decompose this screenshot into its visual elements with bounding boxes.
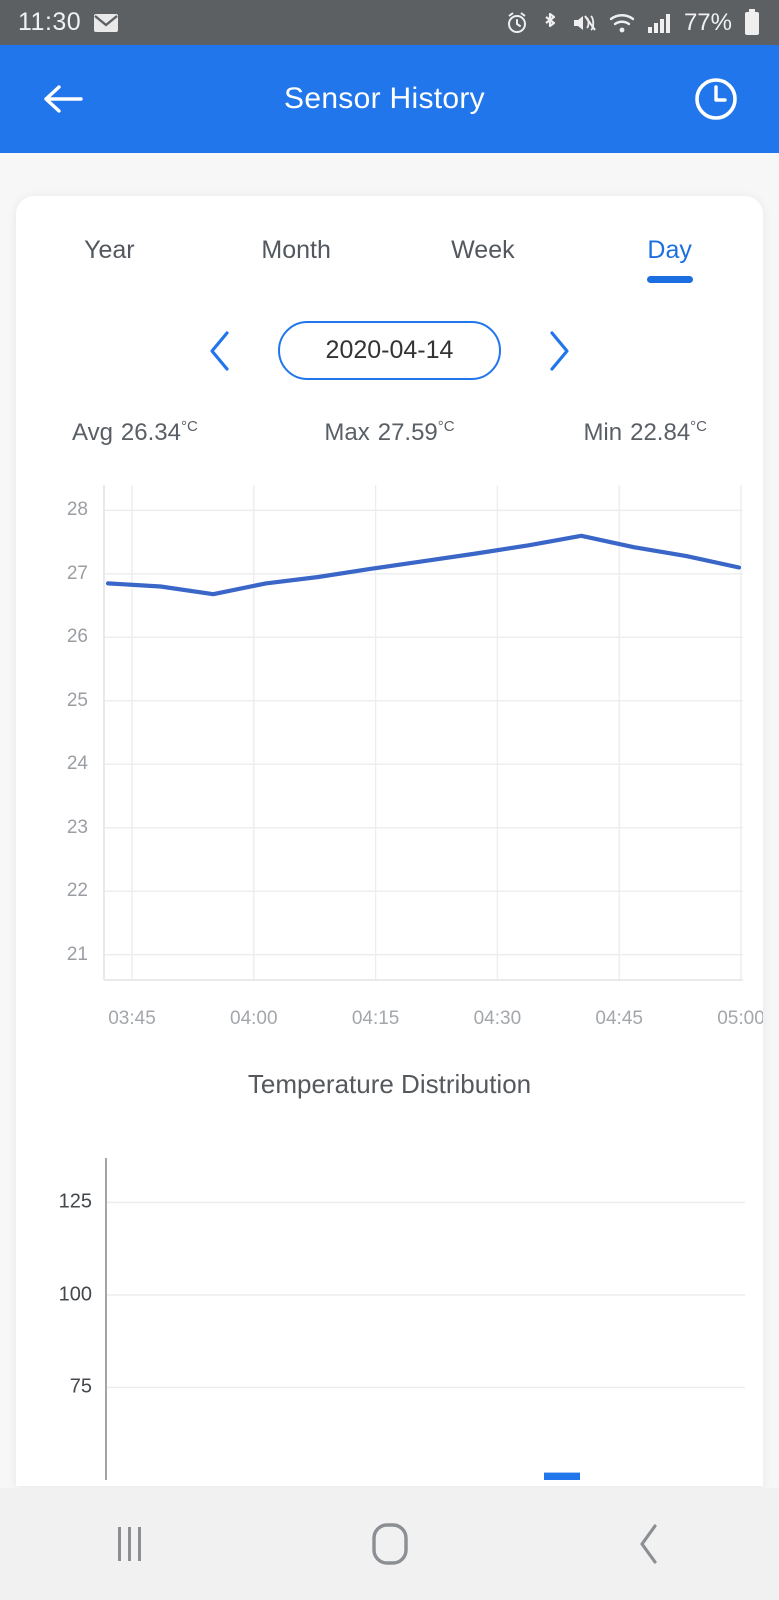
period-tabs: Year Month Week Day bbox=[16, 236, 763, 287]
line-x-tick-4: 04:45 bbox=[595, 1008, 643, 1029]
temperature-line-chart[interactable]: 28 27 26 25 24 23 22 21 03:45 04:00 04:15 04:30 04:… bbox=[16, 465, 763, 1055]
stat-avg-value: 26.34 bbox=[120, 419, 181, 446]
line-x-tick-3: 04:30 bbox=[473, 1008, 522, 1029]
tab-day-label: Day bbox=[647, 236, 692, 264]
arrow-left-icon bbox=[41, 81, 85, 117]
line-x-tick-1: 04:00 bbox=[230, 1008, 278, 1029]
bluetooth-icon bbox=[540, 10, 560, 36]
alarm-icon bbox=[505, 11, 529, 35]
tab-day[interactable]: Day bbox=[576, 236, 763, 287]
tab-week[interactable]: Week bbox=[390, 236, 577, 287]
line-y-tick-3: 25 bbox=[66, 689, 88, 711]
nav-back-button[interactable] bbox=[519, 1522, 779, 1566]
line-y-tick-1: 27 bbox=[66, 562, 88, 584]
app-bar: Sensor History bbox=[0, 45, 779, 153]
status-bar-system-icons: 77% bbox=[505, 9, 761, 37]
stat-min-value: 22.84 bbox=[630, 419, 691, 446]
chevron-right-icon bbox=[546, 330, 572, 372]
line-y-tick-0: 28 bbox=[66, 499, 88, 521]
stat-max-value: 27.59 bbox=[377, 419, 438, 446]
stat-avg-unit: °C bbox=[180, 418, 198, 435]
mute-vibrate-icon bbox=[571, 11, 597, 35]
history-card: Year Month Week Day 2020-04-14 Avg 26.34 bbox=[16, 196, 763, 1486]
line-x-tick-5: 05:00 bbox=[717, 1008, 763, 1029]
history-clock-button[interactable] bbox=[689, 72, 743, 126]
status-bar-notifications bbox=[93, 13, 119, 33]
tab-month-label: Month bbox=[261, 236, 331, 264]
previous-day-button[interactable] bbox=[198, 325, 242, 377]
tab-month[interactable]: Month bbox=[203, 236, 390, 287]
mail-icon bbox=[93, 13, 119, 33]
line-x-tick-0: 03:45 bbox=[108, 1008, 156, 1029]
temperature-distribution-chart[interactable]: 125 100 75 bbox=[16, 1150, 763, 1480]
stat-avg-label: Avg bbox=[72, 419, 113, 446]
line-y-tick-6: 22 bbox=[66, 880, 88, 902]
date-selector: 2020-04-14 bbox=[16, 321, 763, 380]
stat-min-label: Min bbox=[583, 419, 623, 446]
tab-year[interactable]: Year bbox=[16, 236, 203, 287]
distribution-y-tick-1: 100 bbox=[58, 1283, 92, 1306]
line-y-tick-2: 26 bbox=[66, 626, 88, 648]
distribution-y-tick-2: 75 bbox=[69, 1375, 92, 1398]
tab-active-indicator bbox=[646, 276, 693, 283]
status-bar-clock: 11:30 bbox=[18, 8, 82, 36]
page-title: Sensor History bbox=[284, 82, 485, 115]
stat-max: Max 27.59°C bbox=[284, 418, 496, 447]
date-value[interactable]: 2020-04-14 bbox=[277, 321, 502, 380]
wifi-icon bbox=[608, 11, 636, 35]
tab-week-label: Week bbox=[451, 236, 515, 264]
back-chevron-icon bbox=[635, 1522, 663, 1566]
clock-icon bbox=[691, 74, 741, 124]
line-y-tick-4: 24 bbox=[66, 753, 88, 775]
next-day-button[interactable] bbox=[537, 325, 581, 377]
status-bar: 11:30 77% bbox=[0, 0, 779, 45]
recents-icon bbox=[113, 1523, 147, 1565]
cellular-signal-icon bbox=[647, 12, 673, 34]
battery-icon bbox=[743, 9, 761, 36]
stat-max-unit: °C bbox=[437, 418, 455, 435]
distribution-chart-canvas bbox=[105, 1158, 745, 1480]
line-y-tick-7: 21 bbox=[66, 943, 88, 965]
android-navigation-bar bbox=[0, 1488, 779, 1600]
chevron-left-icon bbox=[207, 330, 233, 372]
recents-button[interactable] bbox=[0, 1523, 260, 1565]
stat-min-unit: °C bbox=[690, 418, 708, 435]
tab-year-label: Year bbox=[84, 236, 135, 264]
battery-percent-label: 77% bbox=[683, 8, 732, 36]
line-x-tick-2: 04:15 bbox=[351, 1008, 400, 1029]
distribution-title: Temperature Distribution bbox=[247, 1069, 532, 1099]
line-y-tick-5: 23 bbox=[66, 816, 88, 838]
stat-avg: Avg 26.34°C bbox=[72, 418, 284, 447]
home-button[interactable] bbox=[260, 1521, 520, 1567]
stat-max-label: Max bbox=[324, 419, 370, 446]
summary-stats: Avg 26.34°C Max 27.59°C Min 22.84°C bbox=[16, 418, 763, 447]
distribution-y-tick-0: 125 bbox=[58, 1190, 92, 1213]
home-icon bbox=[369, 1521, 411, 1567]
stat-min: Min 22.84°C bbox=[495, 418, 707, 447]
line-chart-canvas bbox=[103, 485, 743, 981]
